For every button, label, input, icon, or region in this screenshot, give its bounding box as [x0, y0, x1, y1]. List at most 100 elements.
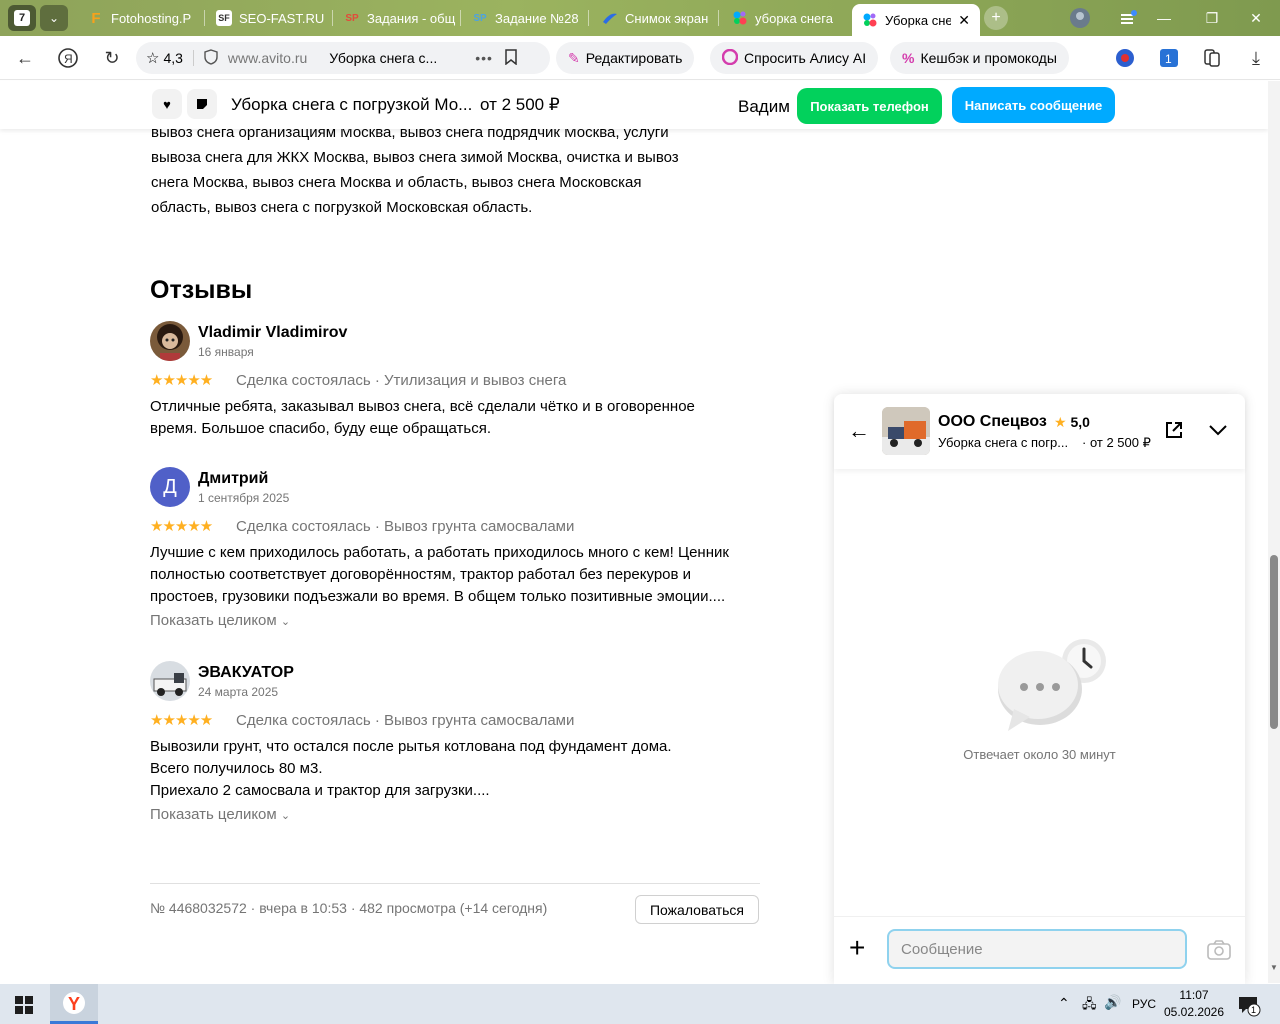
favorite-heart-icon[interactable]: ♥	[152, 89, 182, 119]
network-icon[interactable]: 🖧	[1082, 995, 1097, 1017]
complain-button[interactable]: Пожаловаться	[635, 895, 759, 924]
svg-text:Y: Y	[68, 994, 80, 1014]
item-meta: № 4468032572 · вчера в 10:53 · 482 просм…	[150, 900, 548, 916]
close-window-icon[interactable]: ✕	[1242, 6, 1270, 30]
notification-count: 1	[1251, 1005, 1257, 1015]
chat-panel: ← ООО Спецвоз ★ 5,0 Уборка снега с погр.…	[834, 394, 1245, 984]
more-icon[interactable]: •••	[475, 50, 493, 66]
tab-screenshot[interactable]: Снимок экран	[592, 4, 716, 32]
restore-icon[interactable]: ❐	[1198, 6, 1226, 30]
tabs-dropdown-icon[interactable]: ⌄	[40, 5, 68, 31]
extension-badge-icon[interactable]: 1	[1156, 46, 1182, 70]
clock-time[interactable]: 11:07	[1166, 988, 1222, 1002]
chevron-down-icon: ⌄	[280, 810, 291, 822]
reload-icon[interactable]: ↻	[99, 46, 125, 70]
windows-taskbar: Y ⌃ 🖧 🔊 РУС 11:07 05.02.2026 1	[0, 984, 1280, 1024]
minimize-icon[interactable]: —	[1150, 6, 1178, 30]
site-rating: 4,3	[163, 50, 183, 66]
tab-zadaniya[interactable]: SP Задания - общ	[334, 4, 458, 32]
profile-avatar-icon[interactable]	[1066, 6, 1094, 30]
pen-icon: ✎	[568, 49, 580, 66]
screenshot-favicon-icon	[602, 10, 618, 26]
browser-tab-strip: 7 ⌄ F Fotohosting.P SF SEO-FAST.RU SP За…	[0, 0, 1280, 36]
seo-fast-favicon-icon: SF	[216, 10, 232, 26]
ask-alice-button[interactable]: Спросить Алису AI	[710, 42, 879, 74]
percent-icon: %	[902, 50, 915, 66]
review-deal: Сделка состоялась · Вывоз грунта самосва…	[236, 518, 575, 535]
windows-start-icon[interactable]	[15, 996, 33, 1019]
chat-header: ← ООО Спецвоз ★ 5,0 Уборка снега с погр.…	[834, 394, 1245, 469]
tab-title: Fotohosting.P	[111, 10, 192, 26]
tab-uborka-snega[interactable]: уборка снега	[722, 4, 846, 32]
tab-title: Задание №28	[495, 10, 579, 26]
collapse-chevron-icon[interactable]	[1208, 423, 1228, 442]
svg-text:Я: Я	[64, 52, 73, 66]
sp-favicon-icon: SP	[473, 12, 487, 24]
message-input[interactable]: Сообщение	[887, 929, 1187, 969]
note-icon[interactable]	[187, 89, 217, 119]
tab-fotohosting[interactable]: F Fotohosting.P	[78, 4, 202, 32]
notification-center-icon[interactable]	[1238, 995, 1262, 1022]
star-icon: ☆	[146, 50, 160, 67]
chat-item-thumbnail[interactable]	[882, 407, 930, 455]
cashback-button[interactable]: % Кешбэк и промокоды	[890, 42, 1069, 74]
bookmark-icon[interactable]	[505, 48, 517, 68]
review-date: 24 марта 2025	[198, 685, 279, 699]
back-arrow-icon[interactable]: ←	[12, 46, 38, 70]
reviewer-name[interactable]: ЭВАКУАТОР	[198, 664, 294, 682]
review-date: 16 января	[198, 345, 254, 359]
scroll-down-icon[interactable]: ▼	[1270, 963, 1278, 972]
avatar[interactable]	[150, 321, 190, 361]
camera-icon[interactable]	[1207, 940, 1231, 965]
write-message-button[interactable]: Написать сообщение	[952, 87, 1115, 123]
review-deal: Сделка состоялась · Утилизация и вывоз с…	[236, 372, 567, 389]
volume-icon[interactable]: 🔊	[1104, 994, 1121, 1011]
sp-favicon-icon: SP	[345, 12, 359, 24]
show-more-link[interactable]: Показать целиком ⌄	[150, 806, 290, 823]
reviewer-name[interactable]: Дмитрий	[198, 470, 268, 488]
scrollbar-thumb[interactable]	[1270, 555, 1278, 729]
yandex-logo-icon[interactable]: Я	[55, 46, 81, 70]
new-tab-icon[interactable]: +	[984, 6, 1008, 30]
alice-icon	[721, 48, 739, 68]
page-scrollbar[interactable]: ▼	[1268, 81, 1280, 983]
edit-button[interactable]: ✎ Редактировать	[556, 42, 695, 74]
tab-active-uborka[interactable]: Уборка сне ✕	[852, 4, 980, 36]
tab-title: уборка снега	[755, 10, 833, 26]
sticky-price: от 2 500 ₽	[480, 95, 560, 114]
language-indicator[interactable]: РУС	[1132, 997, 1156, 1011]
chat-rating: ★ 5,0	[1054, 414, 1090, 430]
show-more-link[interactable]: Показать целиком ⌄	[150, 612, 290, 629]
seller-name[interactable]: Вадим	[738, 97, 790, 117]
chevron-down-icon: ⌄	[280, 616, 291, 628]
chat-item-title: Уборка снега с погр...	[938, 435, 1069, 450]
item-description: вывоз снега организациям Москва, вывоз с…	[151, 124, 679, 216]
show-phone-button[interactable]: Показать телефон	[797, 88, 942, 124]
notifications-icon[interactable]	[1114, 6, 1142, 30]
url-box[interactable]: ☆ 4,3 www.avito.ru Уборка снега с... •••	[136, 42, 550, 74]
avatar[interactable]	[150, 661, 190, 701]
open-external-icon[interactable]	[1164, 420, 1184, 445]
reviewer-name[interactable]: Vladimir Vladimirov	[198, 324, 347, 342]
extension-globe-icon[interactable]	[1112, 46, 1138, 70]
clock-date[interactable]: 05.02.2026	[1162, 1005, 1226, 1019]
star-icon: ★	[1054, 414, 1067, 430]
tab-count-button[interactable]: 7	[8, 5, 36, 31]
avatar[interactable]: Д	[150, 467, 190, 507]
attach-plus-icon[interactable]: +	[849, 934, 865, 962]
tab-zadanie-28[interactable]: SP Задание №28	[462, 4, 586, 32]
tray-chevron-icon[interactable]: ⌃	[1058, 995, 1070, 1012]
collections-icon[interactable]	[1199, 46, 1225, 70]
tab-title: Задания - общ	[367, 10, 456, 26]
download-icon[interactable]: ⤓	[1243, 46, 1269, 70]
review-date: 1 сентября 2025	[198, 491, 290, 505]
yandex-browser-taskbar-icon[interactable]: Y	[50, 984, 98, 1024]
close-tab-icon[interactable]: ✕	[958, 12, 970, 29]
back-arrow-icon[interactable]: ←	[848, 418, 870, 444]
shield-icon	[204, 48, 218, 68]
fotohosting-favicon-icon: F	[91, 9, 101, 27]
divider	[150, 883, 760, 884]
tab-seo-fast[interactable]: SF SEO-FAST.RU	[206, 4, 330, 32]
chat-company-name[interactable]: ООО Спецвоз	[938, 413, 1047, 431]
review-text: Лучшие с кем приходилось работать, а раб…	[150, 544, 729, 605]
